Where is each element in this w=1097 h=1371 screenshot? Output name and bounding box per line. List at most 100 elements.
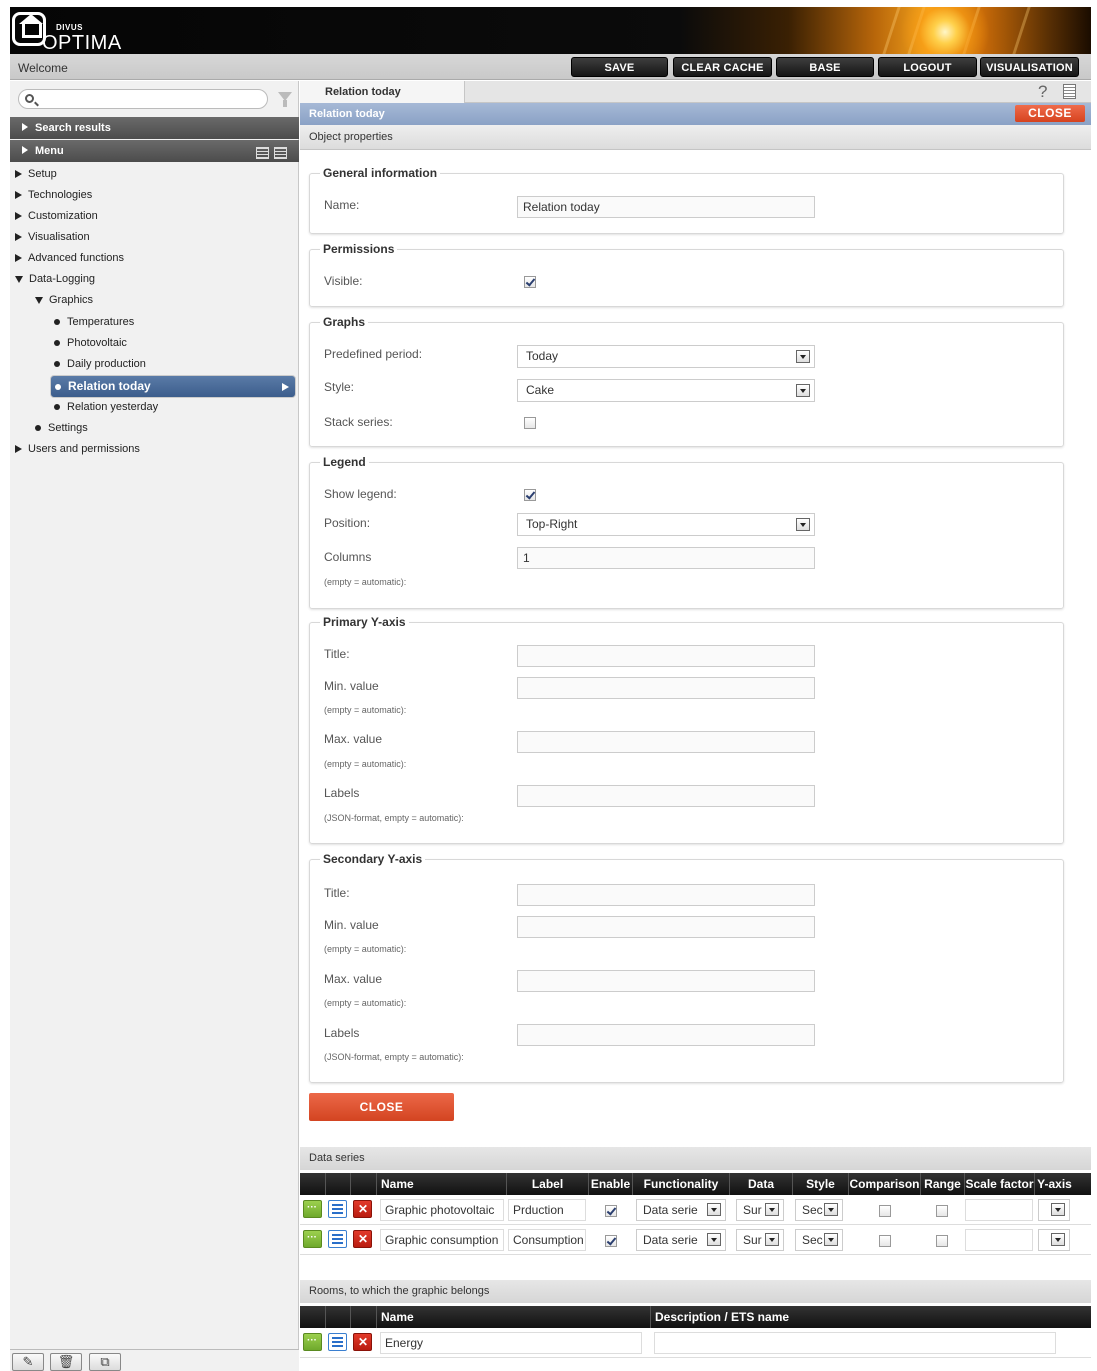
logout-button[interactable]: LOGOUT — [878, 57, 977, 77]
chevron-down-icon — [796, 384, 810, 397]
expand-all-icon[interactable] — [256, 147, 269, 159]
secondary-min-input[interactable] — [517, 916, 815, 938]
series-label[interactable]: Consumption — [508, 1229, 586, 1251]
labels-label: Labels — [324, 786, 360, 800]
y-axis-select[interactable] — [1038, 1199, 1070, 1221]
primary-min-input[interactable] — [517, 677, 815, 699]
search-input[interactable] — [18, 89, 268, 109]
tree-item-relation-today[interactable]: Relation today — [50, 375, 296, 398]
name-input[interactable]: Relation today — [517, 196, 815, 218]
scale-factor-input[interactable] — [965, 1199, 1033, 1221]
tree-item-photovoltaic[interactable]: Photovoltaic — [10, 333, 299, 354]
copy-icon[interactable]: ⧉ — [89, 1353, 121, 1371]
functionality-select[interactable]: Data serie — [636, 1199, 726, 1221]
col-label[interactable]: Label — [506, 1173, 588, 1195]
range-checkbox[interactable] — [936, 1235, 948, 1247]
col-y-axis[interactable]: Y-axis — [1034, 1173, 1074, 1195]
tree-item-customization[interactable]: Customization — [10, 206, 299, 227]
primary-labels-input[interactable] — [517, 785, 815, 807]
series-name[interactable]: Graphic photovoltaic — [380, 1199, 504, 1221]
enable-checkbox[interactable] — [605, 1205, 617, 1217]
open-icon[interactable] — [303, 1333, 322, 1351]
tree-item-users-permissions[interactable]: Users and permissions — [10, 439, 299, 460]
list-icon[interactable] — [328, 1230, 347, 1248]
edit-icon[interactable]: ✎ — [12, 1353, 44, 1371]
y-axis-select[interactable] — [1038, 1229, 1070, 1251]
tree-label: Photovoltaic — [67, 337, 127, 349]
enable-checkbox[interactable] — [605, 1235, 617, 1247]
col-comparison[interactable]: Comparison — [848, 1173, 920, 1195]
style-select[interactable]: Sec — [795, 1229, 843, 1251]
position-select[interactable]: Top-Right — [517, 513, 815, 536]
visible-checkbox[interactable] — [524, 276, 536, 288]
save-button[interactable]: SAVE — [571, 57, 668, 77]
close-button[interactable]: CLOSE — [309, 1093, 454, 1121]
period-select[interactable]: Today — [517, 345, 815, 368]
search-results-header[interactable]: Search results — [10, 117, 299, 139]
data-select[interactable]: Sur — [736, 1229, 784, 1251]
col-scale-factor[interactable]: Scale factor — [964, 1173, 1034, 1195]
col-data[interactable]: Data — [729, 1173, 792, 1195]
col-name[interactable]: Name — [376, 1173, 506, 1195]
functionality-select[interactable]: Data serie — [636, 1229, 726, 1251]
delete-icon[interactable] — [353, 1200, 372, 1218]
scale-factor-input[interactable] — [965, 1229, 1033, 1251]
tree-item-setup[interactable]: Setup — [10, 164, 299, 185]
range-checkbox[interactable] — [936, 1205, 948, 1217]
list-icon[interactable] — [328, 1333, 347, 1351]
show-legend-checkbox[interactable] — [524, 489, 536, 501]
base-button[interactable]: BASE — [776, 57, 874, 77]
index-icon[interactable] — [1063, 84, 1076, 99]
col-room-name[interactable]: Name — [376, 1306, 650, 1328]
secondary-labels-input[interactable] — [517, 1024, 815, 1046]
filter-icon[interactable] — [278, 92, 292, 107]
clear-cache-button[interactable]: CLEAR CACHE — [673, 57, 772, 77]
style-select[interactable]: Sec — [795, 1199, 843, 1221]
tree-item-technologies[interactable]: Technologies — [10, 185, 299, 206]
tree-item-visualisation[interactable]: Visualisation — [10, 227, 299, 248]
tree-item-settings[interactable]: Settings — [10, 418, 299, 439]
tree-item-advanced-functions[interactable]: Advanced functions — [10, 248, 299, 269]
comparison-checkbox[interactable] — [879, 1235, 891, 1247]
primary-title-input[interactable] — [517, 645, 815, 667]
section-legend: Graphs — [323, 315, 366, 329]
caret-right-icon — [15, 233, 22, 242]
tree-item-temperatures[interactable]: Temperatures — [10, 312, 299, 333]
tree-item-daily-production[interactable]: Daily production — [10, 354, 299, 375]
delete-icon[interactable] — [353, 1333, 372, 1351]
series-label[interactable]: Prduction — [508, 1199, 586, 1221]
room-description[interactable] — [654, 1332, 1056, 1354]
primary-max-input[interactable] — [517, 731, 815, 753]
tree-item-relation-yesterday[interactable]: Relation yesterday — [10, 397, 299, 418]
col-description[interactable]: Description / ETS name — [650, 1306, 1091, 1328]
tab-relation-today[interactable]: Relation today — [300, 81, 465, 103]
data-select[interactable]: Sur — [736, 1199, 784, 1221]
list-icon[interactable] — [328, 1200, 347, 1218]
columns-input[interactable]: 1 — [517, 547, 815, 569]
trash-icon[interactable]: 🗑 — [50, 1353, 82, 1371]
delete-icon[interactable] — [353, 1230, 372, 1248]
secondary-title-input[interactable] — [517, 884, 815, 906]
col-enable[interactable]: Enable — [588, 1173, 632, 1195]
visualisation-button[interactable]: VISUALISATION — [980, 57, 1079, 77]
max-label: Max. value — [324, 732, 383, 746]
style-select[interactable]: Cake — [517, 379, 815, 402]
room-name[interactable]: Energy — [380, 1332, 642, 1354]
tree-item-graphics[interactable]: Graphics — [10, 290, 299, 311]
col-range[interactable]: Range — [920, 1173, 964, 1195]
app-window: DIVUS OPTIMA Welcome SAVE CLEAR CACHE BA… — [10, 7, 1091, 1371]
stack-series-checkbox[interactable] — [524, 417, 536, 429]
collapse-all-icon[interactable] — [274, 147, 287, 159]
help-icon[interactable]: ? — [1038, 82, 1047, 102]
menu-label: Menu — [35, 145, 64, 157]
secondary-max-input[interactable] — [517, 970, 815, 992]
series-name[interactable]: Graphic consumption — [380, 1229, 504, 1251]
col-style[interactable]: Style — [792, 1173, 848, 1195]
close-top-button[interactable]: CLOSE — [1015, 105, 1085, 122]
menu-header[interactable]: Menu — [10, 140, 299, 162]
col-functionality[interactable]: Functionality — [632, 1173, 729, 1195]
tree-item-data-logging[interactable]: Data-Logging — [10, 269, 299, 290]
comparison-checkbox[interactable] — [879, 1205, 891, 1217]
open-icon[interactable] — [303, 1230, 322, 1248]
open-icon[interactable] — [303, 1200, 322, 1218]
